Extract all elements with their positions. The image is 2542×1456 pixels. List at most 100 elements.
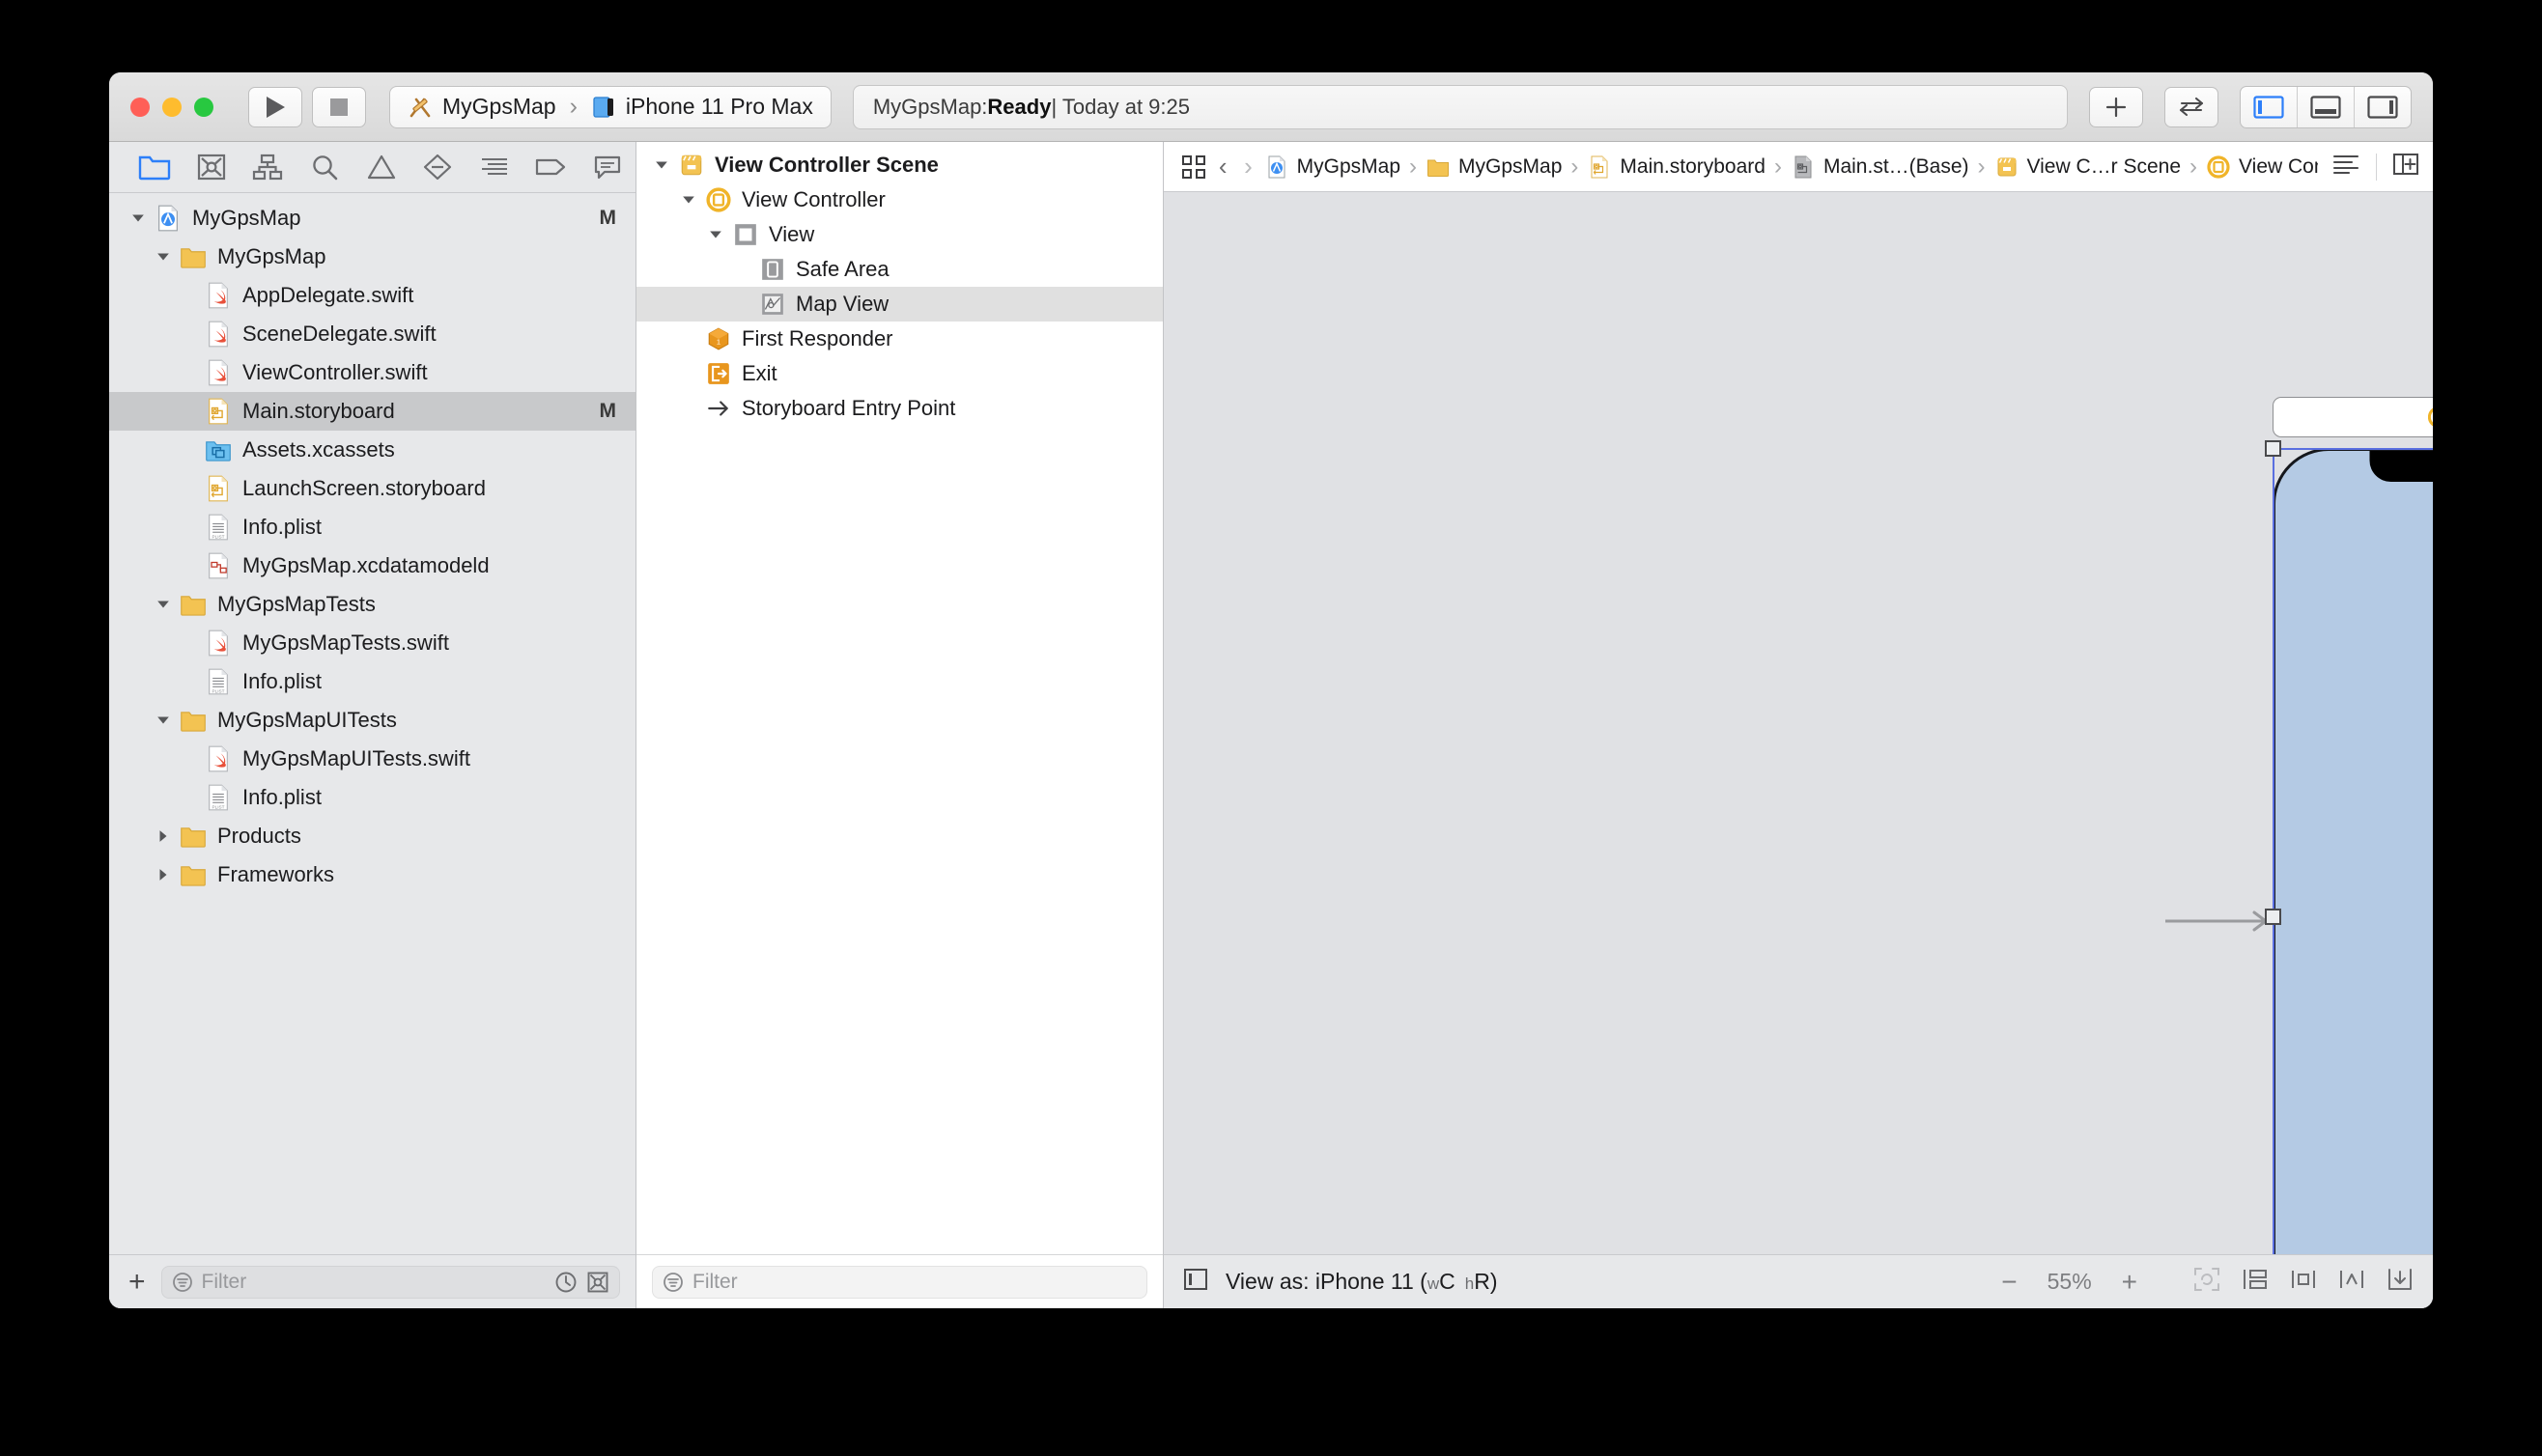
view-controller-icon[interactable] bbox=[2427, 406, 2434, 428]
resolve-issues-button[interactable] bbox=[2387, 1267, 2414, 1298]
clock-icon[interactable] bbox=[554, 1271, 578, 1294]
breadcrumb-item[interactable]: MyGpsMap bbox=[1261, 154, 1403, 180]
disclosure-twisty[interactable] bbox=[152, 829, 175, 843]
chevron-right-icon bbox=[159, 869, 167, 881]
update-frames-icon bbox=[2194, 1267, 2219, 1291]
navigator-tab-project[interactable] bbox=[127, 145, 184, 189]
navigator-tab-test[interactable] bbox=[410, 145, 466, 189]
navigator-tab-issue[interactable] bbox=[353, 145, 410, 189]
disclosure-twisty[interactable] bbox=[152, 714, 175, 727]
navigator-row-label: MyGpsMapUITests bbox=[217, 708, 397, 732]
navigator-tab-report[interactable] bbox=[579, 145, 636, 189]
disclosure-twisty[interactable] bbox=[152, 868, 175, 882]
related-items-button[interactable] bbox=[1177, 154, 1210, 180]
outline-row[interactable]: Safe Area bbox=[636, 252, 1163, 287]
document-outline-tree[interactable]: View Controller Scene View Controller Vi… bbox=[636, 142, 1163, 1254]
navigator-row[interactable]: MyGpsMap.xcdatamodeld bbox=[109, 546, 636, 585]
breadcrumb-item[interactable]: Main.st…(Base) bbox=[1788, 154, 1972, 180]
minimize-window-button[interactable] bbox=[162, 97, 182, 117]
navigator-row[interactable]: MyGpsMap bbox=[109, 238, 636, 276]
outline-row[interactable]: 1 First Responder bbox=[636, 322, 1163, 356]
breadcrumb-item[interactable]: Main.storyboard bbox=[1584, 154, 1768, 180]
close-window-button[interactable] bbox=[130, 97, 150, 117]
navigator-row-label: ViewController.swift bbox=[242, 360, 428, 384]
outline-row[interactable]: Storyboard Entry Point bbox=[636, 391, 1163, 426]
stop-button[interactable] bbox=[312, 86, 366, 127]
map-view-device-body[interactable]: MKMapView bbox=[2273, 448, 2433, 1254]
device-panel-toggle-button[interactable] bbox=[1183, 1268, 1208, 1297]
navigator-row[interactable]: MyGpsMapUITests bbox=[109, 701, 636, 740]
zoom-controls: − 55% + bbox=[2001, 1267, 2137, 1298]
zoom-out-button[interactable]: − bbox=[2001, 1267, 2017, 1298]
embed-in-button[interactable] bbox=[2242, 1267, 2269, 1298]
editor-options-button[interactable] bbox=[2164, 86, 2218, 127]
disclosure-twisty[interactable] bbox=[152, 250, 175, 264]
navigator-tab-source-control[interactable] bbox=[184, 145, 240, 189]
navigator-tab-symbol[interactable] bbox=[240, 145, 297, 189]
resize-handle-top-left[interactable] bbox=[2265, 440, 2281, 457]
align-button[interactable] bbox=[2290, 1267, 2317, 1298]
disclosure-twisty[interactable] bbox=[677, 193, 700, 207]
add-library-button[interactable] bbox=[2089, 86, 2143, 127]
storyboard-canvas[interactable]: 1 bbox=[1164, 192, 2433, 1254]
project-navigator-tree[interactable]: MyGpsMap M MyGpsMap AppDelegate.swift Scen… bbox=[109, 193, 636, 1254]
run-button[interactable] bbox=[248, 86, 302, 127]
breadcrumb-item[interactable]: View Controller bbox=[2203, 154, 2318, 180]
navigator-row[interactable]: PLIST Info.plist bbox=[109, 778, 636, 817]
folder-icon bbox=[139, 155, 171, 181]
view-as-label: View as: iPhone 11 ( bbox=[1226, 1269, 1427, 1294]
navigator-row[interactable]: SceneDelegate.swift bbox=[109, 315, 636, 353]
navigator-tab-debug[interactable] bbox=[466, 145, 523, 189]
navigator-tab-breakpoint[interactable] bbox=[523, 145, 579, 189]
navigator-row[interactable]: MyGpsMapTests bbox=[109, 585, 636, 624]
navigate-forward-button[interactable]: › bbox=[1235, 152, 1260, 182]
navigator-row[interactable]: Frameworks bbox=[109, 855, 636, 894]
navigator-row[interactable]: AppDelegate.swift bbox=[109, 276, 636, 315]
navigator-row[interactable]: Products bbox=[109, 817, 636, 855]
navigator-row[interactable]: Assets.xcassets bbox=[109, 431, 636, 469]
outline-row[interactable]: Map View bbox=[636, 287, 1163, 322]
navigator-row[interactable]: PLIST Info.plist bbox=[109, 508, 636, 546]
breadcrumb-item[interactable]: MyGpsMap bbox=[1423, 154, 1565, 180]
toggle-inspector-button[interactable] bbox=[2355, 87, 2411, 127]
navigator-row[interactable]: LaunchScreen.storyboard bbox=[109, 469, 636, 508]
disclosure-twisty[interactable] bbox=[650, 158, 673, 172]
disclosure-twisty[interactable] bbox=[127, 211, 150, 225]
navigator-row[interactable]: Main.storyboard M bbox=[109, 392, 636, 431]
outline-row[interactable]: View Controller bbox=[636, 182, 1163, 217]
navigator-tab-find[interactable] bbox=[297, 145, 353, 189]
folder-yellow-icon bbox=[181, 866, 206, 886]
zoom-window-button[interactable] bbox=[194, 97, 213, 117]
source-control-filter-icon[interactable] bbox=[586, 1271, 609, 1294]
toggle-debug-area-button[interactable] bbox=[2298, 86, 2355, 127]
navigator-row-label: Info.plist bbox=[242, 785, 322, 809]
navigator-row[interactable]: MyGpsMapUITests.swift bbox=[109, 740, 636, 778]
filter-icon bbox=[664, 1272, 683, 1292]
zoom-in-button[interactable]: + bbox=[2122, 1267, 2137, 1298]
navigate-back-button[interactable]: ‹ bbox=[1210, 152, 1235, 182]
navigator-row[interactable]: ViewController.swift bbox=[109, 353, 636, 392]
update-frames-button[interactable] bbox=[2193, 1267, 2220, 1298]
resize-handle-middle-left[interactable] bbox=[2265, 909, 2281, 925]
scheme-destination-selector[interactable]: MyGpsMap › iPhone 11 Pro Max bbox=[389, 85, 832, 128]
pin-button[interactable] bbox=[2338, 1267, 2365, 1298]
disclosure-twisty[interactable] bbox=[704, 228, 727, 241]
storyboard-file-icon bbox=[204, 474, 233, 503]
view-as-control[interactable]: View as: iPhone 11 (w Ch R) bbox=[1226, 1269, 1498, 1295]
add-editor-button[interactable] bbox=[2392, 153, 2419, 182]
outline-row[interactable]: View Controller Scene bbox=[636, 148, 1163, 182]
disclosure-twisty[interactable] bbox=[152, 598, 175, 611]
toggle-document-outline-button[interactable] bbox=[2331, 153, 2360, 182]
add-file-button[interactable]: + bbox=[125, 1267, 150, 1297]
navigator-row[interactable]: MyGpsMap M bbox=[109, 199, 636, 238]
navigator-row[interactable]: MyGpsMapTests.swift bbox=[109, 624, 636, 662]
outline-filter-input[interactable]: Filter bbox=[652, 1265, 1147, 1299]
navigator-filter-input[interactable]: Filter bbox=[160, 1265, 620, 1299]
outline-row[interactable]: View bbox=[636, 217, 1163, 252]
toggle-navigator-button[interactable] bbox=[2241, 86, 2298, 127]
outline-row[interactable]: Exit bbox=[636, 356, 1163, 391]
activity-status-bar[interactable]: MyGpsMap: Ready | Today at 9:25 bbox=[852, 84, 2068, 129]
navigator-row[interactable]: PLIST Info.plist bbox=[109, 662, 636, 701]
breadcrumb-item[interactable]: View C…r Scene bbox=[1991, 154, 2185, 180]
map-view-placeholder-label: MKMapView bbox=[2275, 911, 2433, 931]
